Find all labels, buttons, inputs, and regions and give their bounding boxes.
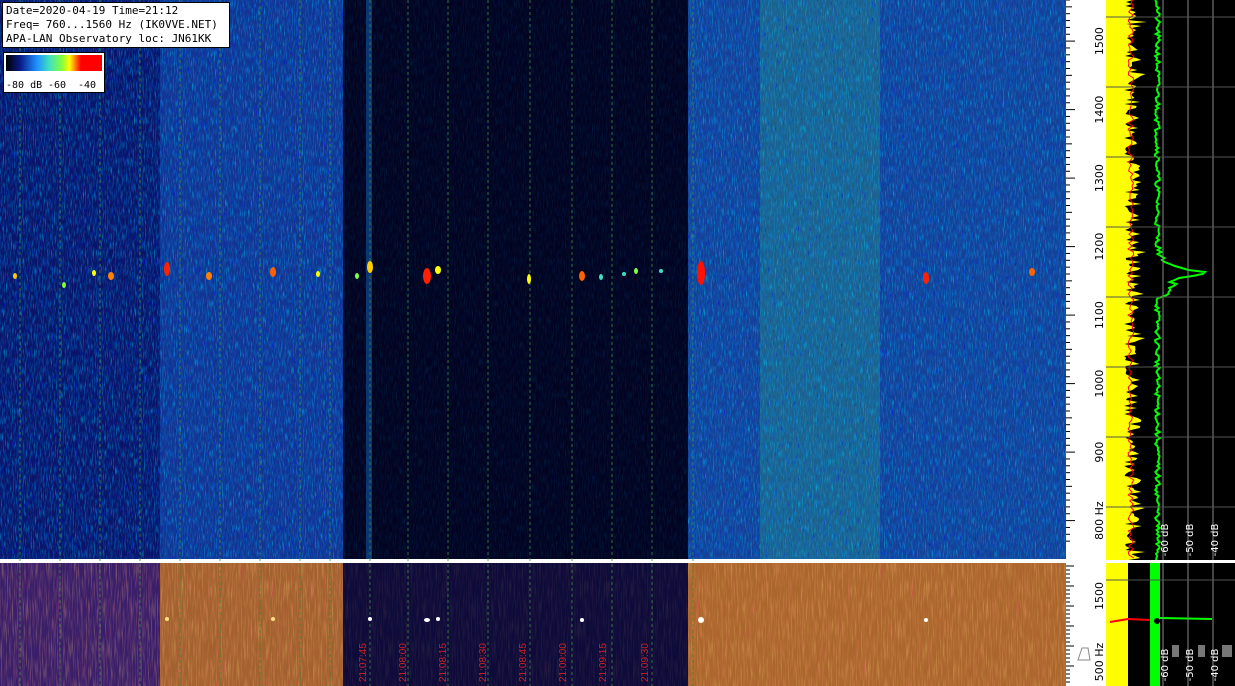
frequency-range-line: Freq= 760...1560 Hz (IK0VVE.NET) <box>6 18 218 31</box>
freq-label: 1500 <box>1093 582 1106 610</box>
legend-label-max: -40 <box>78 80 97 91</box>
time-label: 21:08:00 <box>398 643 409 682</box>
spectrum-db-label: -50 dB <box>1185 524 1196 557</box>
date-time-line: Date=2020-04-19 Time=21:12 <box>6 4 179 17</box>
freq-label: 900 <box>1093 442 1106 463</box>
info-header: Date=2020-04-19 Time=21:12 Freq= 760...1… <box>2 2 230 48</box>
spectrum-db-label: -40 dB <box>1210 649 1221 682</box>
freq-label: 1200 <box>1093 233 1106 261</box>
lower-waterfall <box>0 563 1066 686</box>
freq-label: 500 Hz <box>1093 643 1106 682</box>
time-label: 21:09:00 <box>558 643 569 682</box>
main-waterfall <box>0 0 1066 560</box>
legend-label-mid: -60 <box>48 80 67 91</box>
waterfall-display: 21:07:45 21:08:00 21:08:15 21:08:30 21:08:45… <box>0 0 1235 686</box>
time-label: 21:07:45 <box>358 643 369 682</box>
legend-label-min: -80 dB <box>6 80 43 91</box>
time-label: 21:09:15 <box>598 643 609 682</box>
freq-label: 1400 <box>1093 96 1106 124</box>
freq-label: 1000 <box>1093 370 1106 398</box>
freq-label: 1300 <box>1093 164 1106 192</box>
time-label: 21:09:30 <box>640 643 651 682</box>
spectrum-panel: -60 dB -50 dB -40 dB <box>1106 0 1235 561</box>
lower-frequency-axis: 1500 500 Hz <box>1066 563 1106 686</box>
time-label: 21:08:30 <box>478 643 489 682</box>
time-label: 21:08:45 <box>518 643 529 682</box>
spectrum-db-label: -50 dB <box>1185 649 1196 682</box>
freq-label: 800 Hz <box>1093 501 1106 540</box>
color-scale-legend: -80 dB -60 -40 <box>3 52 105 93</box>
freq-label: 1500 <box>1093 27 1106 55</box>
spectrum-db-label: -60 dB <box>1160 524 1171 557</box>
spectrum-db-label: -40 dB <box>1210 524 1221 557</box>
spectrum-db-label: -60 dB <box>1160 649 1171 682</box>
frequency-axis: 1500 1400 1300 1200 1100 1000 900 800 Hz <box>1066 0 1106 560</box>
time-label: 21:08:15 <box>438 643 449 682</box>
observatory-line: APA-LAN Observatory loc: JN61KK <box>6 32 212 45</box>
freq-label: 1100 <box>1093 301 1106 329</box>
color-scale-bar <box>6 55 102 71</box>
